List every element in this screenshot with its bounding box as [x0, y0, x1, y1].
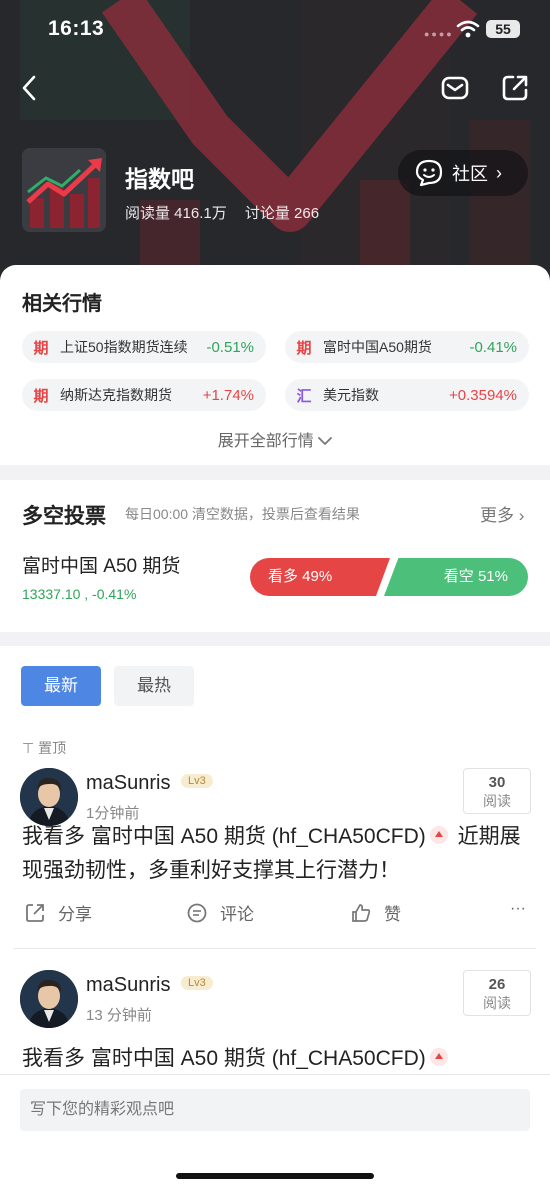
tab-hot[interactable]: 最热 [114, 666, 194, 706]
chevron-right-icon: › [496, 162, 502, 183]
post-item[interactable]: maSunris Lv3 1分钟前 30 阅读 我看多 富时中国 A50 期货 … [0, 768, 550, 948]
pin-icon: ⊤ [22, 740, 35, 756]
share-icon [26, 903, 44, 922]
market-item[interactable]: 期 富时中国A50期货 -0.41% [285, 331, 529, 363]
vote-subtitle: 每日00:00 清空数据，投票后查看结果 [125, 506, 360, 522]
wifi-icon [456, 20, 480, 38]
share-button[interactable]: 分享 [24, 900, 92, 925]
read-label: 阅读 [483, 995, 511, 1011]
forum-header: 16:13 ●●●● 55 指数吧 阅读量 416.1万 讨论量 266 社区 … [0, 0, 550, 300]
comment-bar [0, 1074, 550, 1190]
futures-tag-icon: 期 [296, 339, 312, 357]
forum-stats: 阅读量 416.1万 讨论量 266 [125, 202, 333, 223]
more-label: 更多 [480, 506, 514, 525]
market-item-change: +1.74% [202, 386, 254, 404]
pinned-label: 置顶 [38, 740, 67, 756]
discuss-count: 讨论量 266 [244, 205, 320, 222]
share-label: 分享 [58, 905, 92, 924]
vote-instrument-name: 富时中国 A50 期货 [22, 556, 181, 577]
post-content[interactable]: 我看多 富时中国 A50 期货 (hf_CHA50CFD) [22, 1042, 532, 1074]
post-actions: 分享 评论 赞 ··· [0, 900, 550, 930]
forum-title: 指数吧 [125, 166, 194, 192]
level-badge: Lv3 [181, 976, 213, 990]
trend-chart-icon [22, 148, 106, 232]
vote-bull-button[interactable]: 看多 49% [250, 558, 390, 596]
avatar[interactable] [20, 768, 78, 826]
futures-tag-icon: 期 [33, 339, 49, 357]
user-avatar-icon [20, 768, 78, 826]
read-count: 阅读量 416.1万 [125, 205, 227, 222]
expand-label: 展开全部行情 [217, 433, 314, 450]
chevron-down-icon [318, 437, 333, 445]
community-chat-icon [415, 159, 443, 187]
battery-icon: 55 [486, 20, 520, 38]
back-button[interactable] [14, 72, 44, 104]
read-number: 26 [488, 976, 506, 993]
market-item-change: -0.41% [469, 338, 517, 356]
community-label: 社区 [452, 164, 488, 184]
status-bar: 16:13 ●●●● 55 [0, 0, 550, 60]
related-market-section: 相关行情 期 上证50指数期货连续 -0.51% 期 富时中国A50期货 -0.… [0, 265, 550, 465]
market-item-name: 富时中国A50期货 [323, 339, 432, 355]
market-item-change: +0.3594% [449, 386, 517, 404]
pinned-toggle[interactable]: ⊤ 置顶 [22, 738, 66, 758]
post-username[interactable]: maSunris [86, 974, 170, 997]
market-item[interactable]: 期 纳斯达克指数期货 +1.74% [22, 379, 266, 411]
market-item-name: 纳斯达克指数期货 [60, 387, 172, 403]
expand-all-market-link[interactable]: 展开全部行情 [0, 427, 550, 451]
like-button[interactable]: 赞 [350, 900, 401, 925]
post-feed: 最新 最热 ⊤ 置顶 maSunris Lv3 1分钟前 30 阅读 我看多 富… [0, 646, 550, 1074]
signal-icon: ●●●● [424, 29, 454, 39]
post-content[interactable]: 我看多 富时中国 A50 期货 (hf_CHA50CFD) 近期展现强劲韧性，多… [22, 820, 532, 888]
market-section-title: 相关行情 [22, 293, 102, 315]
vote-bear-button[interactable]: 看空 51% [384, 558, 528, 596]
home-indicator [176, 1173, 374, 1179]
read-label: 阅读 [483, 793, 511, 809]
read-count-badge: 26 阅读 [463, 970, 531, 1016]
user-avatar-icon [20, 970, 78, 1028]
market-item-change: -0.51% [206, 338, 254, 356]
market-item-name: 美元指数 [323, 387, 379, 403]
market-item[interactable]: 期 上证50指数期货连续 -0.51% [22, 331, 266, 363]
comment-button[interactable]: 评论 [186, 900, 254, 925]
level-badge: Lv3 [181, 774, 213, 788]
forex-tag-icon: 汇 [296, 387, 312, 405]
post-username[interactable]: maSunris [86, 772, 170, 795]
post-text-main: 我看多 富时中国 A50 期货 (hf_CHA50CFD) [22, 825, 426, 848]
chevron-left-icon [22, 75, 36, 101]
read-count-badge: 30 阅读 [463, 768, 531, 814]
post-text-main: 我看多 富时中国 A50 期货 (hf_CHA50CFD) [22, 1047, 426, 1070]
vote-instrument-price: 13337.10 , -0.41% [22, 586, 137, 602]
vote-more-link[interactable]: 更多 › [480, 501, 524, 526]
community-button[interactable]: 社区 › [398, 150, 528, 196]
bullish-arrow-icon [429, 826, 448, 845]
bull-bear-vote-section: 多空投票 每日00:00 清空数据，投票后查看结果 更多 › 富时中国 A50 … [0, 480, 550, 632]
read-number: 30 [488, 774, 506, 791]
tab-latest[interactable]: 最新 [21, 666, 101, 706]
post-item[interactable]: maSunris Lv3 13 分钟前 26 阅读 我看多 富时中国 A50 期… [0, 970, 550, 1074]
more-options-icon[interactable]: ··· [510, 900, 526, 918]
message-icon[interactable] [440, 73, 470, 103]
market-item[interactable]: 汇 美元指数 +0.3594% [285, 379, 529, 411]
comment-input[interactable] [20, 1089, 530, 1131]
market-item-name: 上证50指数期货连续 [60, 339, 188, 355]
like-label: 赞 [384, 905, 401, 924]
thumbs-up-icon [352, 903, 371, 922]
avatar[interactable] [20, 970, 78, 1028]
chevron-right-icon: › [518, 506, 525, 525]
futures-tag-icon: 期 [33, 387, 49, 405]
forum-logo [22, 148, 106, 232]
post-divider [14, 948, 536, 949]
comment-icon [187, 903, 207, 922]
status-time: 16:13 [48, 17, 105, 40]
comment-label: 评论 [220, 905, 254, 924]
bullish-arrow-icon [429, 1048, 448, 1067]
vote-title: 多空投票 [22, 505, 106, 528]
post-time: 13 分钟前 [86, 1007, 152, 1024]
share-out-icon[interactable] [500, 73, 530, 103]
